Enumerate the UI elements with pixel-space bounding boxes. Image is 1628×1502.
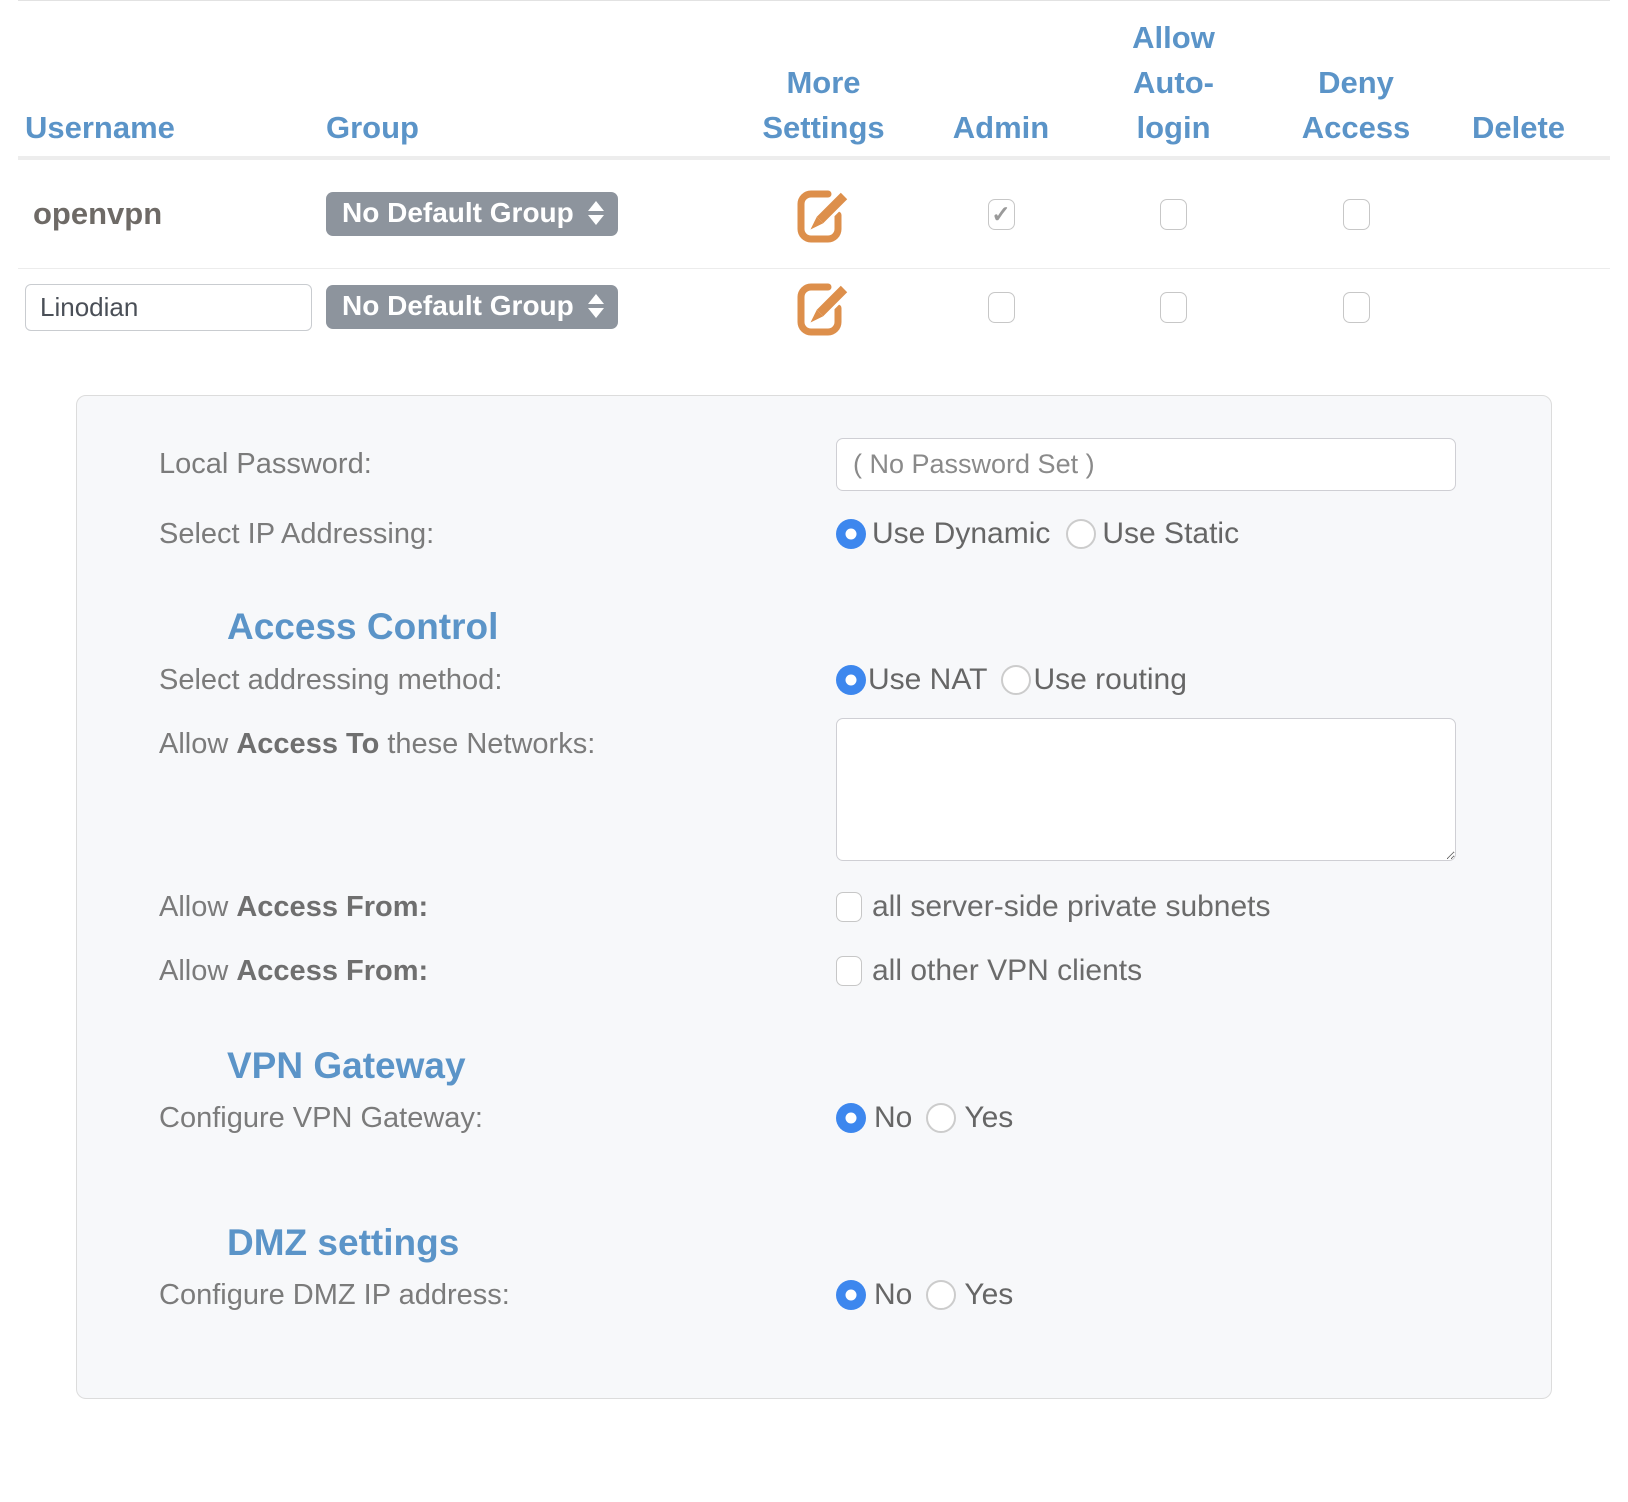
- edit-pencil-icon: [791, 326, 857, 341]
- access-to-networks-row: Allow Access To these Networks:: [77, 718, 1551, 861]
- access-from-clients-checkbox[interactable]: ✓: [836, 956, 862, 986]
- header-group: Group: [326, 105, 716, 150]
- access-to-networks-textarea[interactable]: [836, 718, 1456, 861]
- radio-use-dynamic-label[interactable]: Use Dynamic: [872, 517, 1050, 551]
- radio-use-static[interactable]: [1066, 519, 1096, 549]
- configure-vpn-gateway-label: Configure VPN Gateway:: [77, 1102, 836, 1135]
- radio-dmz-no[interactable]: [836, 1280, 866, 1310]
- header-delete: Delete: [1436, 105, 1601, 150]
- header-allow-autologin: Allow Auto- login: [1071, 15, 1276, 150]
- header-more-settings: More Settings: [716, 60, 931, 150]
- radio-dmz-yes-label[interactable]: Yes: [964, 1278, 1013, 1312]
- allow-autologin-checkbox[interactable]: ✓: [1160, 199, 1187, 230]
- table-row: No Default Group: [18, 268, 1610, 345]
- table-row: openvpn No Default Group: [18, 160, 1610, 268]
- access-control-heading: Access Control: [227, 607, 1551, 647]
- dmz-settings-heading: DMZ settings: [227, 1223, 1551, 1263]
- select-caret-icon: [588, 294, 604, 318]
- addressing-method-label: Select addressing method:: [77, 664, 836, 697]
- radio-use-nat-label[interactable]: Use NAT: [868, 663, 987, 697]
- ip-addressing-label: Select IP Addressing:: [77, 518, 836, 551]
- username-openvpn: openvpn: [25, 196, 162, 231]
- user-permissions-page: Username Group More Settings Admin Allow…: [0, 0, 1628, 1502]
- group-select[interactable]: No Default Group: [326, 192, 618, 236]
- header-admin: Admin: [931, 105, 1071, 150]
- radio-gateway-no[interactable]: [836, 1103, 866, 1133]
- ip-addressing-row: Select IP Addressing: Use Dynamic Use St…: [77, 517, 1551, 551]
- group-select-value: No Default Group: [342, 290, 574, 322]
- access-from-label: Allow Access From:: [77, 891, 836, 924]
- header-username: Username: [18, 105, 326, 150]
- local-password-label: Local Password:: [77, 438, 836, 481]
- local-password-input[interactable]: [836, 438, 1456, 491]
- check-icon: ✓: [991, 203, 1010, 226]
- group-select-value: No Default Group: [342, 197, 574, 229]
- configure-dmz-label: Configure DMZ IP address:: [77, 1279, 836, 1312]
- access-from-subnets-checkbox[interactable]: ✓: [836, 892, 862, 922]
- new-username-input[interactable]: [25, 284, 312, 331]
- radio-gateway-no-label[interactable]: No: [874, 1101, 912, 1135]
- allow-autologin-checkbox[interactable]: ✓: [1160, 292, 1187, 323]
- vpn-gateway-heading: VPN Gateway: [227, 1046, 1551, 1086]
- addressing-method-row: Select addressing method: Use NAT Use ro…: [77, 663, 1551, 697]
- header-deny-access: Deny Access: [1276, 60, 1436, 150]
- deny-access-checkbox[interactable]: ✓: [1343, 292, 1370, 323]
- edit-pencil-icon: [791, 233, 857, 248]
- radio-gateway-yes-label[interactable]: Yes: [964, 1101, 1013, 1135]
- radio-dmz-no-label[interactable]: No: [874, 1278, 912, 1312]
- radio-dmz-yes[interactable]: [926, 1280, 956, 1310]
- group-select[interactable]: No Default Group: [326, 285, 618, 329]
- admin-checkbox[interactable]: ✓: [988, 292, 1015, 323]
- more-settings-edit-button[interactable]: [791, 183, 857, 245]
- radio-use-dynamic[interactable]: [836, 519, 866, 549]
- access-from-clients-row: Allow Access From: ✓ all other VPN clien…: [77, 954, 1551, 988]
- configure-vpn-gateway-row: Configure VPN Gateway: No Yes: [77, 1101, 1551, 1135]
- access-from-subnets-label[interactable]: all server-side private subnets: [872, 890, 1271, 924]
- select-caret-icon: [588, 201, 604, 225]
- admin-checkbox[interactable]: ✓: [988, 199, 1015, 230]
- radio-use-static-label[interactable]: Use Static: [1102, 517, 1239, 551]
- radio-use-routing[interactable]: [1001, 665, 1031, 695]
- user-settings-panel: Local Password: Select IP Addressing: Us…: [76, 395, 1552, 1399]
- local-password-row: Local Password:: [77, 438, 1551, 491]
- access-from-clients-label[interactable]: all other VPN clients: [872, 954, 1142, 988]
- more-settings-edit-button[interactable]: [791, 276, 857, 338]
- access-from-subnets-row: Allow Access From: ✓ all server-side pri…: [77, 890, 1551, 924]
- radio-gateway-yes[interactable]: [926, 1103, 956, 1133]
- access-to-networks-label: Allow Access To these Networks:: [77, 718, 836, 761]
- table-header-row: Username Group More Settings Admin Allow…: [18, 1, 1610, 160]
- radio-use-routing-label[interactable]: Use routing: [1033, 663, 1186, 697]
- configure-dmz-row: Configure DMZ IP address: No Yes: [77, 1278, 1551, 1312]
- access-from-label: Allow Access From:: [77, 955, 836, 988]
- radio-use-nat[interactable]: [836, 665, 866, 695]
- user-permissions-table: Username Group More Settings Admin Allow…: [18, 0, 1610, 345]
- deny-access-checkbox[interactable]: ✓: [1343, 199, 1370, 230]
